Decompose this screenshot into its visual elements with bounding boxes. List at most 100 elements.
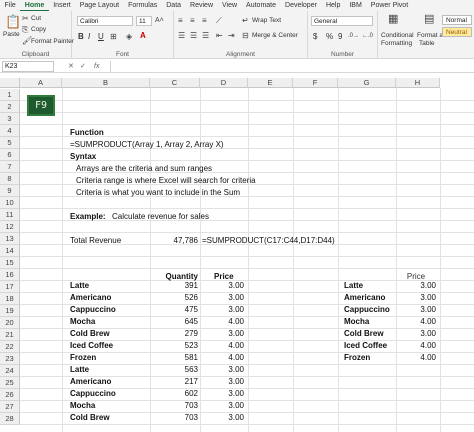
comma-button[interactable]: 9 — [338, 32, 342, 41]
format-painter-button[interactable]: Format Painter — [31, 38, 74, 45]
increase-indent-icon[interactable]: ⇥ — [228, 31, 235, 40]
row-header-7[interactable]: 7 — [0, 161, 20, 173]
sales-quantity: 391 — [184, 281, 198, 290]
align-middle-icon[interactable]: ≡ — [190, 16, 195, 25]
row-header-19[interactable]: 19 — [0, 305, 20, 317]
column-header-f[interactable]: F — [293, 78, 338, 88]
insert-function-button[interactable]: fx — [94, 61, 99, 72]
conditional-formatting-label[interactable]: Conditional — [381, 32, 414, 39]
enter-icon[interactable]: ✓ — [80, 61, 86, 72]
row-header-15[interactable]: 15 — [0, 257, 20, 269]
grow-font-icon[interactable]: A˄ — [155, 16, 164, 25]
merge-center-button[interactable]: Merge & Center — [252, 32, 298, 39]
increase-decimal-icon[interactable]: .0→ — [348, 32, 359, 41]
column-header-b[interactable]: B — [62, 78, 150, 88]
row-header-1[interactable]: 1 — [0, 89, 20, 101]
ribbon-tabs: File Home Insert Page Layout Formulas Data Rev… — [0, 0, 474, 11]
column-header-c[interactable]: C — [150, 78, 200, 88]
formula-input[interactable] — [110, 61, 472, 72]
column-header-e[interactable]: E — [248, 78, 293, 88]
font-name-select[interactable]: Calibri — [77, 16, 133, 26]
orientation-icon[interactable]: ⟋ — [216, 16, 222, 25]
style-normal[interactable]: Normal — [442, 15, 472, 25]
font-size-select[interactable]: 11 — [136, 16, 152, 26]
borders-icon[interactable]: ⊞ — [110, 32, 117, 41]
conditional-formatting-label-2[interactable]: Formatting — [381, 40, 412, 47]
wrap-text-button[interactable]: Wrap Text — [252, 17, 281, 24]
tab-file[interactable]: File — [0, 0, 20, 11]
paste-icon[interactable]: 📋 — [5, 15, 21, 29]
cancel-icon[interactable]: ✕ — [68, 61, 74, 72]
row-header-8[interactable]: 8 — [0, 173, 20, 185]
copy-icon[interactable]: ⎘ — [22, 25, 28, 34]
copy-button[interactable]: Copy — [31, 26, 46, 33]
price-list-item: Cold Brew — [344, 329, 384, 338]
row-header-21[interactable]: 21 — [0, 329, 20, 341]
row-header-9[interactable]: 9 — [0, 185, 20, 197]
tab-automate[interactable]: Automate — [242, 0, 281, 11]
row-header-23[interactable]: 23 — [0, 353, 20, 365]
align-center-icon[interactable]: ☰ — [190, 31, 197, 40]
merge-center-icon[interactable]: ⊟ — [242, 31, 249, 40]
row-header-16[interactable]: 16 — [0, 269, 20, 281]
row-header-26[interactable]: 26 — [0, 389, 20, 401]
format-as-table-label-2[interactable]: Table — [419, 40, 435, 47]
align-right-icon[interactable]: ☰ — [202, 31, 209, 40]
tab-power-pivot[interactable]: Power Pivot — [366, 0, 412, 11]
align-left-icon[interactable]: ☰ — [178, 31, 185, 40]
column-header-g[interactable]: G — [338, 78, 396, 88]
row-header-22[interactable]: 22 — [0, 341, 20, 353]
currency-button[interactable]: $ — [313, 32, 317, 41]
column-header-a[interactable]: A — [20, 78, 62, 88]
decrease-indent-icon[interactable]: ⇤ — [216, 31, 223, 40]
row-header-14[interactable]: 14 — [0, 245, 20, 257]
paste-button[interactable]: Paste — [3, 31, 20, 38]
bold-button[interactable]: B — [78, 32, 84, 41]
tab-page-layout[interactable]: Page Layout — [75, 0, 123, 11]
row-header-20[interactable]: 20 — [0, 317, 20, 329]
align-bottom-icon[interactable]: ≡ — [202, 16, 207, 25]
row-header-2[interactable]: 2 — [0, 101, 20, 113]
tab-review[interactable]: Review — [186, 0, 218, 11]
row-header-18[interactable]: 18 — [0, 293, 20, 305]
conditional-formatting-icon[interactable]: ▦ — [388, 14, 398, 25]
row-header-11[interactable]: 11 — [0, 209, 20, 221]
tab-ibm[interactable]: IBM — [345, 0, 366, 11]
row-header-27[interactable]: 27 — [0, 401, 20, 413]
tab-view[interactable]: View — [218, 0, 242, 11]
cut-icon[interactable]: ✂ — [22, 14, 29, 23]
percent-button[interactable]: % — [326, 32, 333, 41]
row-header-12[interactable]: 12 — [0, 221, 20, 233]
decrease-decimal-icon[interactable]: ←.0 — [362, 32, 373, 41]
column-header-d[interactable]: D — [200, 78, 248, 88]
row-header-10[interactable]: 10 — [0, 197, 20, 209]
underline-button[interactable]: U — [98, 32, 104, 41]
row-header-28[interactable]: 28 — [0, 413, 20, 425]
wrap-text-icon[interactable]: ↵ — [242, 16, 249, 25]
tab-developer[interactable]: Developer — [281, 0, 322, 11]
format-as-table-icon[interactable]: ▤ — [424, 14, 434, 25]
fill-color-icon[interactable]: ◈ — [126, 32, 132, 41]
row-header-4[interactable]: 4 — [0, 125, 20, 137]
column-header-h[interactable]: H — [396, 78, 440, 88]
name-box[interactable]: K23 — [2, 61, 54, 72]
italic-button[interactable]: I — [88, 32, 90, 41]
align-top-icon[interactable]: ≡ — [178, 16, 183, 25]
tab-insert[interactable]: Insert — [49, 0, 76, 11]
number-format-select[interactable]: General — [311, 16, 373, 26]
row-header-24[interactable]: 24 — [0, 365, 20, 377]
cut-button[interactable]: Cut — [31, 15, 41, 22]
row-header-3[interactable]: 3 — [0, 113, 20, 125]
row-header-5[interactable]: 5 — [0, 137, 20, 149]
row-header-25[interactable]: 25 — [0, 377, 20, 389]
row-header-17[interactable]: 17 — [0, 281, 20, 293]
row-header-6[interactable]: 6 — [0, 149, 20, 161]
tab-home[interactable]: Home — [20, 0, 49, 11]
select-all-corner[interactable] — [0, 78, 20, 88]
font-color-icon[interactable]: A — [140, 31, 146, 40]
tab-help[interactable]: Help — [321, 0, 344, 11]
tab-data[interactable]: Data — [162, 0, 186, 11]
style-neutral[interactable]: Neutral — [442, 27, 472, 37]
tab-formulas[interactable]: Formulas — [124, 0, 162, 11]
row-header-13[interactable]: 13 — [0, 233, 20, 245]
